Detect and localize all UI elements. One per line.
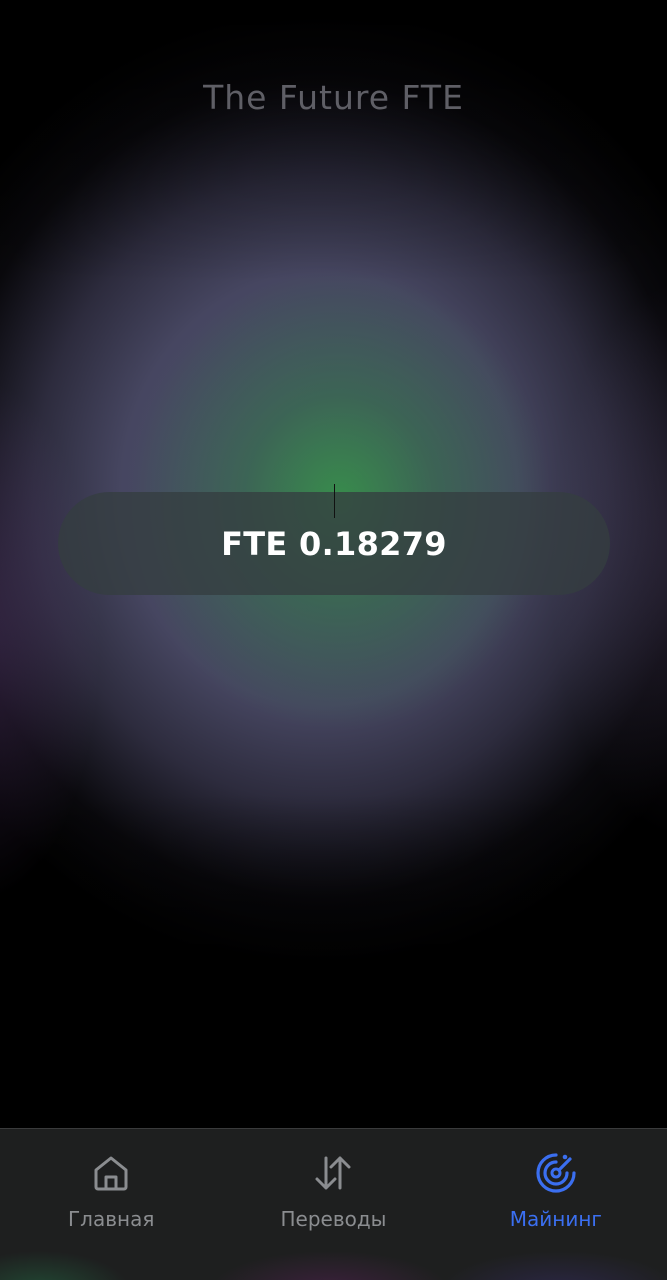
nav-label-home: Главная (67, 1207, 155, 1231)
balance-display: FTE 0.18279 (58, 484, 610, 595)
text-cursor (334, 484, 335, 518)
transfer-arrows-icon (315, 1156, 351, 1190)
bottom-navigation: Главная Переводы Майнинг (0, 1128, 667, 1280)
nav-item-mining[interactable]: Майнинг (445, 1129, 667, 1280)
home-icon (94, 1156, 128, 1191)
nav-item-home[interactable]: Главная (0, 1129, 222, 1280)
balance-value: FTE 0.18279 (221, 524, 447, 563)
app-title: The Future FTE (203, 78, 464, 117)
nav-label-transfers: Переводы (280, 1207, 387, 1231)
radar-icon (536, 1153, 576, 1193)
mining-screen: The Future FTE FTE 0.18279 Главная Перев… (0, 0, 667, 1280)
nav-item-transfers[interactable]: Переводы (222, 1129, 444, 1280)
nav-label-mining: Майнинг (509, 1207, 602, 1231)
